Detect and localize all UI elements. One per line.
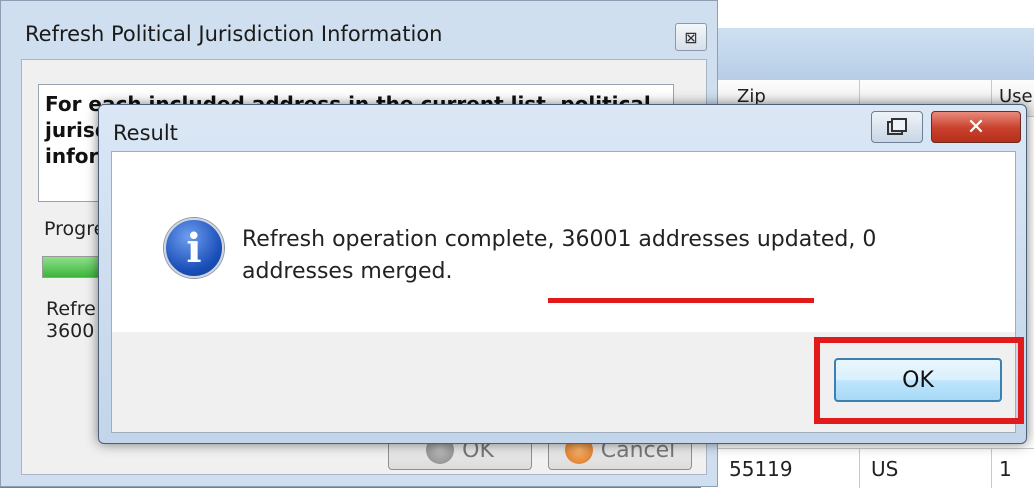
column-divider (991, 449, 992, 488)
cell-country: US (871, 457, 899, 481)
progress-label: Progre (44, 218, 106, 240)
restore-icon (887, 118, 907, 135)
message-part-1: Refresh operation complete, (242, 227, 562, 252)
result-message: Refresh operation complete, 36001 addres… (242, 224, 962, 288)
restore-button[interactable] (871, 111, 923, 143)
close-button[interactable]: ⊠ (675, 23, 707, 51)
close-icon: ⊠ (684, 27, 698, 47)
cell-use: 1 (999, 457, 1012, 481)
grid-toolbar-band (701, 28, 1034, 80)
window-title: Refresh Political Jurisdiction Informati… (25, 22, 443, 46)
info-icon: i (164, 218, 224, 278)
message-updated-count: 36001 addresses updated (561, 227, 849, 252)
red-highlight-annotation (814, 337, 1024, 424)
info-glyph: i (186, 224, 202, 272)
dialog-close-button[interactable]: ✕ (931, 111, 1021, 143)
red-underline-annotation (548, 298, 814, 303)
status-line-2: 3600 (46, 320, 95, 342)
status-line-1: Refre (46, 298, 96, 320)
cell-zip: 55119 (729, 457, 793, 481)
message-area: i Refresh operation complete, 36001 addr… (112, 152, 1015, 332)
status-text: Refre 3600 (46, 298, 96, 342)
dialog-title: Result (113, 121, 178, 145)
close-icon: ✕ (966, 114, 986, 140)
column-divider (859, 449, 860, 488)
table-row[interactable]: 55119 US 1 (701, 448, 1034, 488)
